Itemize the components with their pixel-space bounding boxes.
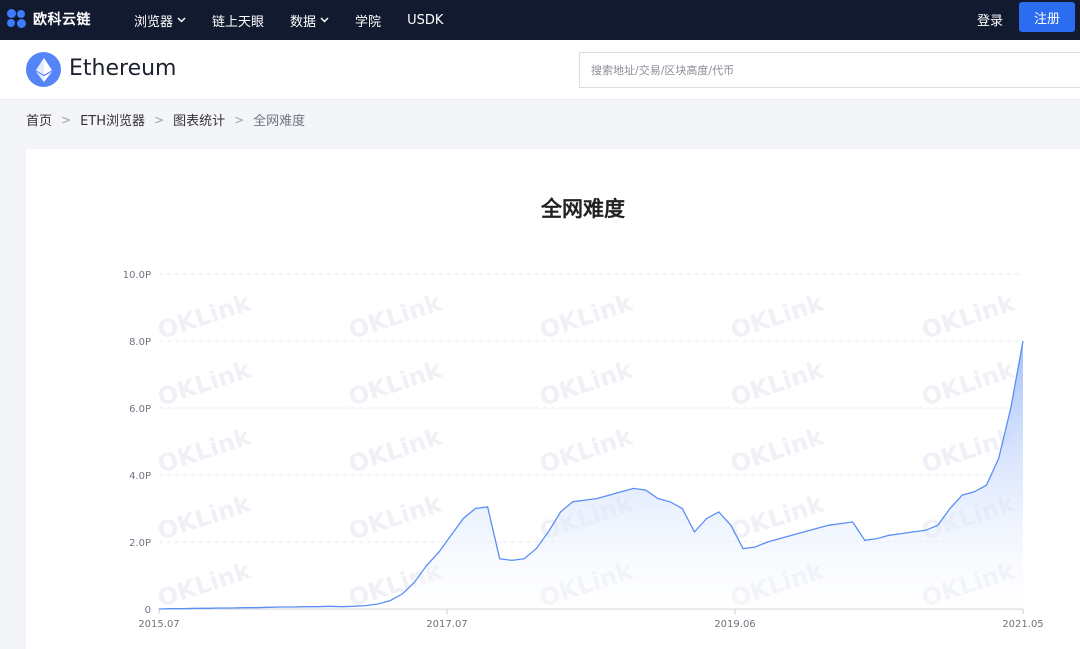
- watermark-text: OKLink: [154, 556, 255, 612]
- watermark-text: OKLink: [727, 355, 828, 411]
- chain-header: Ethereum: [0, 40, 1080, 100]
- menu-item-label: 学院: [355, 14, 382, 30]
- breadcrumb-eth-browser[interactable]: ETH浏览器: [80, 110, 145, 129]
- difficulty-chart[interactable]: OKLink OKLink OKLink OKLink OKLink OKLink OKLi…: [26, 149, 1080, 645]
- y-tick-label: 0: [145, 605, 151, 616]
- x-tick-label: 2019.06: [714, 619, 755, 630]
- x-axis: 2015.07 2017.07 2019.06 2021.05: [138, 608, 1044, 630]
- register-button[interactable]: 注册: [1019, 2, 1075, 32]
- watermark-text: OKLink: [918, 288, 1019, 344]
- menu-item-browser[interactable]: 浏览器: [134, 11, 186, 30]
- chain-title: Ethereum: [69, 56, 177, 81]
- watermark-text: OKLink: [536, 422, 637, 478]
- breadcrumb-separator: >: [61, 112, 72, 127]
- watermark-text: OKLink: [918, 355, 1019, 411]
- x-tick-label: 2017.07: [426, 619, 467, 630]
- watermark-text: OKLink: [345, 355, 446, 411]
- y-tick-label: 2.0P: [129, 538, 151, 549]
- chart-card: 全网难度 OKLink OKLink OKLink OKLink OKLink OKLin…: [26, 149, 1080, 649]
- main-menu: 浏览器 链上天眼 数据 学院 USDK: [134, 0, 469, 40]
- breadcrumb-separator: >: [154, 112, 165, 127]
- watermark-text: OKLink: [154, 288, 255, 344]
- watermark-text: OKLink: [345, 422, 446, 478]
- menu-item-label: USDK: [407, 12, 444, 28]
- search-box: [579, 52, 1080, 88]
- watermark-text: OKLink: [154, 355, 255, 411]
- okcloud-logo-icon: [7, 9, 29, 29]
- x-tick-label: 2015.07: [138, 619, 179, 630]
- watermark-text: OKLink: [536, 288, 637, 344]
- menu-item-usdk[interactable]: USDK: [407, 13, 443, 28]
- breadcrumb-separator: >: [234, 112, 245, 127]
- watermark-text: OKLink: [727, 288, 828, 344]
- watermark-text: OKLink: [345, 288, 446, 344]
- ethereum-icon: [26, 52, 61, 87]
- watermark-text: OKLink: [345, 489, 446, 545]
- chevron-down-icon: [177, 15, 186, 26]
- breadcrumb-charts[interactable]: 图表统计: [173, 110, 225, 129]
- chevron-down-icon: [320, 15, 329, 26]
- y-tick-label: 10.0P: [123, 270, 151, 281]
- y-tick-label: 6.0P: [129, 404, 151, 415]
- watermark-text: OKLink: [536, 355, 637, 411]
- menu-item-data[interactable]: 数据: [290, 11, 329, 30]
- watermark-text: OKLink: [154, 422, 255, 478]
- search-input[interactable]: [580, 53, 1080, 87]
- menu-item-onchain-eye[interactable]: 链上天眼: [212, 11, 264, 30]
- y-tick-label: 4.0P: [129, 471, 151, 482]
- top-navbar: 欧科云链 浏览器 链上天眼 数据 学院 USDK 登录 注册: [0, 0, 1080, 40]
- y-axis: 0 2.0P 4.0P 6.0P 8.0P 10.0P: [123, 270, 151, 616]
- menu-item-academy[interactable]: 学院: [355, 11, 381, 30]
- breadcrumb-home[interactable]: 首页: [26, 110, 52, 129]
- x-tick-label: 2021.05: [1002, 619, 1043, 630]
- menu-item-label: 数据: [290, 14, 317, 30]
- menu-item-label: 链上天眼: [212, 14, 265, 30]
- brand-logo-link[interactable]: 欧科云链: [7, 7, 91, 31]
- breadcrumb: 首页 > ETH浏览器 > 图表统计 > 全网难度: [26, 110, 306, 130]
- brand-name: 欧科云链: [33, 12, 91, 28]
- login-link[interactable]: 登录: [977, 10, 1003, 29]
- breadcrumb-current: 全网难度: [253, 114, 306, 129]
- menu-item-label: 浏览器: [134, 14, 174, 30]
- watermark-text: OKLink: [727, 422, 828, 478]
- watermark-text: OKLink: [154, 489, 255, 545]
- y-tick-label: 8.0P: [129, 337, 151, 348]
